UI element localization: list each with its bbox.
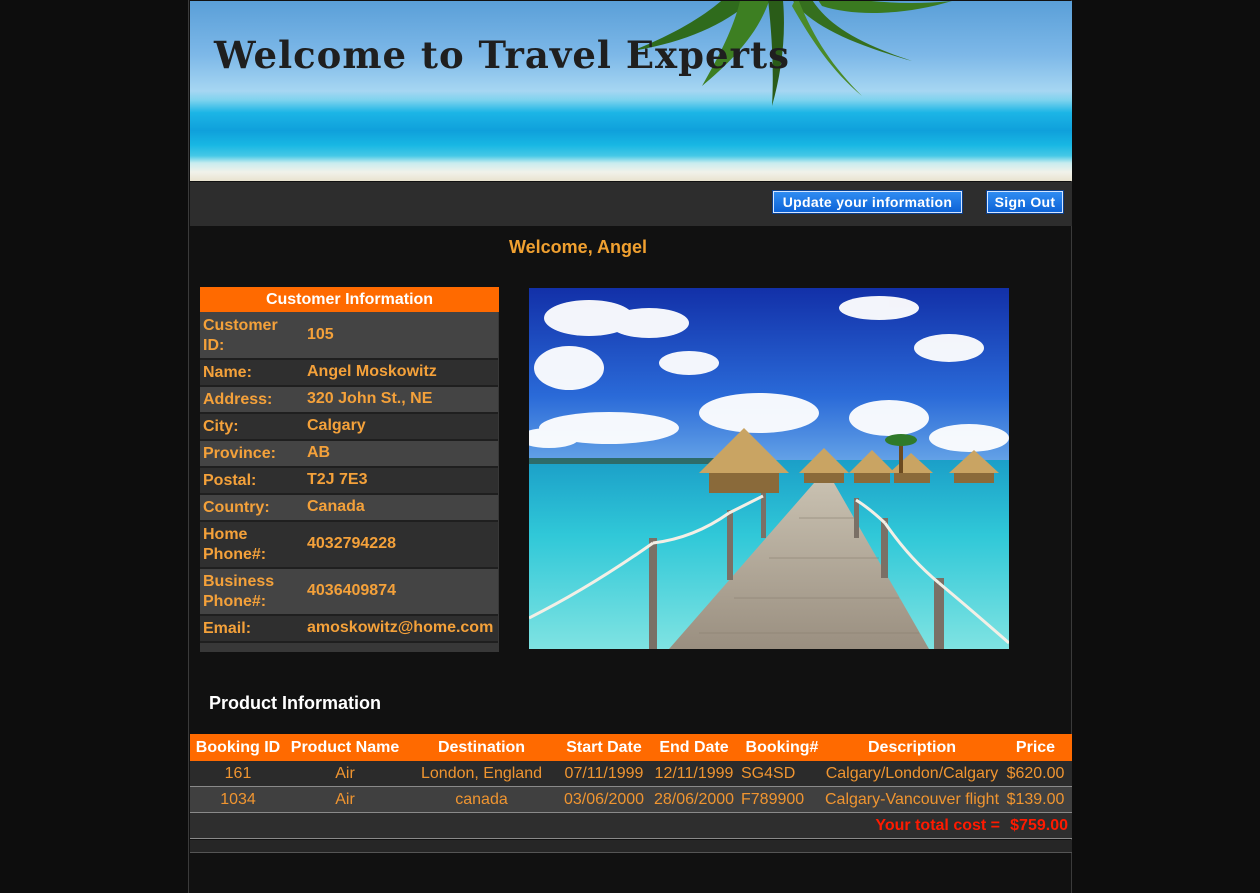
table-row: 1034 Air canada 03/06/2000 28/06/2000 F7…	[190, 787, 1072, 813]
column-header: Price	[1015, 739, 1056, 756]
banner-title: Welcome to Travel Experts	[214, 33, 790, 77]
customer-row-business-phone: Business Phone#: 4036409874	[200, 569, 498, 616]
customer-value: AB	[307, 444, 331, 461]
update-information-button[interactable]: Update your information	[772, 190, 963, 214]
welcome-message: Welcome, Angel	[509, 237, 648, 257]
table-cell: $139.00	[1006, 791, 1065, 808]
customer-label: Name:	[203, 364, 252, 381]
customer-label: Home Phone#:	[203, 526, 267, 563]
header-banner: Welcome to Travel Experts	[190, 1, 1072, 181]
customer-value: Angel Moskowitz	[307, 363, 437, 380]
product-table: Booking ID Product Name Destination Star…	[190, 734, 1072, 839]
customer-row-city: City: Calgary	[200, 414, 498, 441]
customer-value: 4032794228	[307, 535, 396, 552]
customer-value: 320 John St., NE	[307, 390, 433, 407]
column-header: Product Name	[290, 739, 400, 756]
table-cell: 07/11/1999	[564, 765, 644, 782]
resort-photo	[529, 288, 1009, 649]
customer-row-home-phone: Home Phone#: 4032794228	[200, 522, 498, 569]
customer-value: Canada	[307, 498, 365, 515]
total-cost-row: Your total cost = $759.00	[190, 813, 1072, 839]
product-table-header: Booking ID Product Name Destination Star…	[190, 734, 1072, 761]
customer-row-country: Country: Canada	[200, 495, 498, 522]
column-header: End Date	[659, 739, 729, 756]
column-header: Destination	[437, 739, 526, 756]
column-header: Start Date	[566, 739, 642, 756]
table-cell: Calgary-Vancouver flight	[825, 791, 1000, 808]
customer-value: 4036409874	[307, 582, 396, 599]
customer-row-address: Address: 320 John St., NE	[200, 387, 498, 414]
column-header: Booking#	[745, 739, 819, 756]
table-cell: London, England	[421, 765, 542, 782]
table-cell: 12/11/1999	[654, 765, 734, 782]
customer-value: amoskowitz@home.com	[307, 619, 494, 636]
customer-rows: Customer ID: 105 Name: Angel Moskowitz A…	[200, 312, 499, 643]
column-header: Booking ID	[195, 739, 281, 756]
page-container: Welcome to Travel Experts Update your in…	[188, 0, 1072, 893]
table-cell: F789900	[741, 791, 805, 808]
table-cell: Calgary/London/Calgary	[825, 765, 999, 782]
total-cost-value: $759.00	[1010, 817, 1068, 834]
total-cost-label: Your total cost =	[875, 817, 1000, 834]
customer-value: 105	[307, 326, 334, 343]
customer-label: Business Phone#:	[203, 573, 275, 610]
column-header: Description	[867, 739, 956, 756]
customer-label: Postal:	[203, 472, 257, 489]
customer-information-header: Customer Information	[200, 287, 499, 312]
customer-label: Customer ID:	[203, 317, 278, 354]
table-row: 161 Air London, England 07/11/1999 12/11…	[190, 761, 1072, 787]
table-cell: SG4SD	[741, 765, 796, 782]
footer-divider	[190, 852, 1072, 853]
customer-label: Address:	[203, 391, 273, 408]
table-cell: $620.00	[1006, 765, 1065, 782]
table-cell: Air	[335, 765, 355, 782]
table-cell: 161	[224, 765, 252, 782]
customer-label: Country:	[203, 499, 270, 516]
table-cell: canada	[455, 791, 508, 808]
table-cell: 28/06/2000	[653, 791, 735, 808]
customer-information-table: Customer Information Customer ID: 105 Na…	[200, 287, 499, 652]
toolbar: Update your information Sign Out	[190, 182, 1072, 226]
table-cell: 03/06/2000	[563, 791, 645, 808]
sign-out-button[interactable]: Sign Out	[986, 190, 1064, 214]
product-information-heading: Product Information	[209, 693, 381, 713]
customer-row-province: Province: AB	[200, 441, 498, 468]
customer-value: Calgary	[307, 417, 366, 434]
customer-row-id: Customer ID: 105	[200, 312, 498, 360]
customer-label: Province:	[203, 445, 276, 462]
footer-bar	[190, 840, 1072, 852]
customer-row-email: Email: amoskowitz@home.com	[200, 616, 498, 643]
customer-label: City:	[203, 418, 239, 435]
table-cell: Air	[335, 791, 355, 808]
customer-row-name: Name: Angel Moskowitz	[200, 360, 498, 387]
customer-value: T2J 7E3	[307, 471, 368, 488]
table-cell: 1034	[220, 791, 256, 808]
customer-row-postal: Postal: T2J 7E3	[200, 468, 498, 495]
overwater-bungalow-image	[529, 288, 1009, 649]
customer-label: Email:	[203, 620, 252, 637]
